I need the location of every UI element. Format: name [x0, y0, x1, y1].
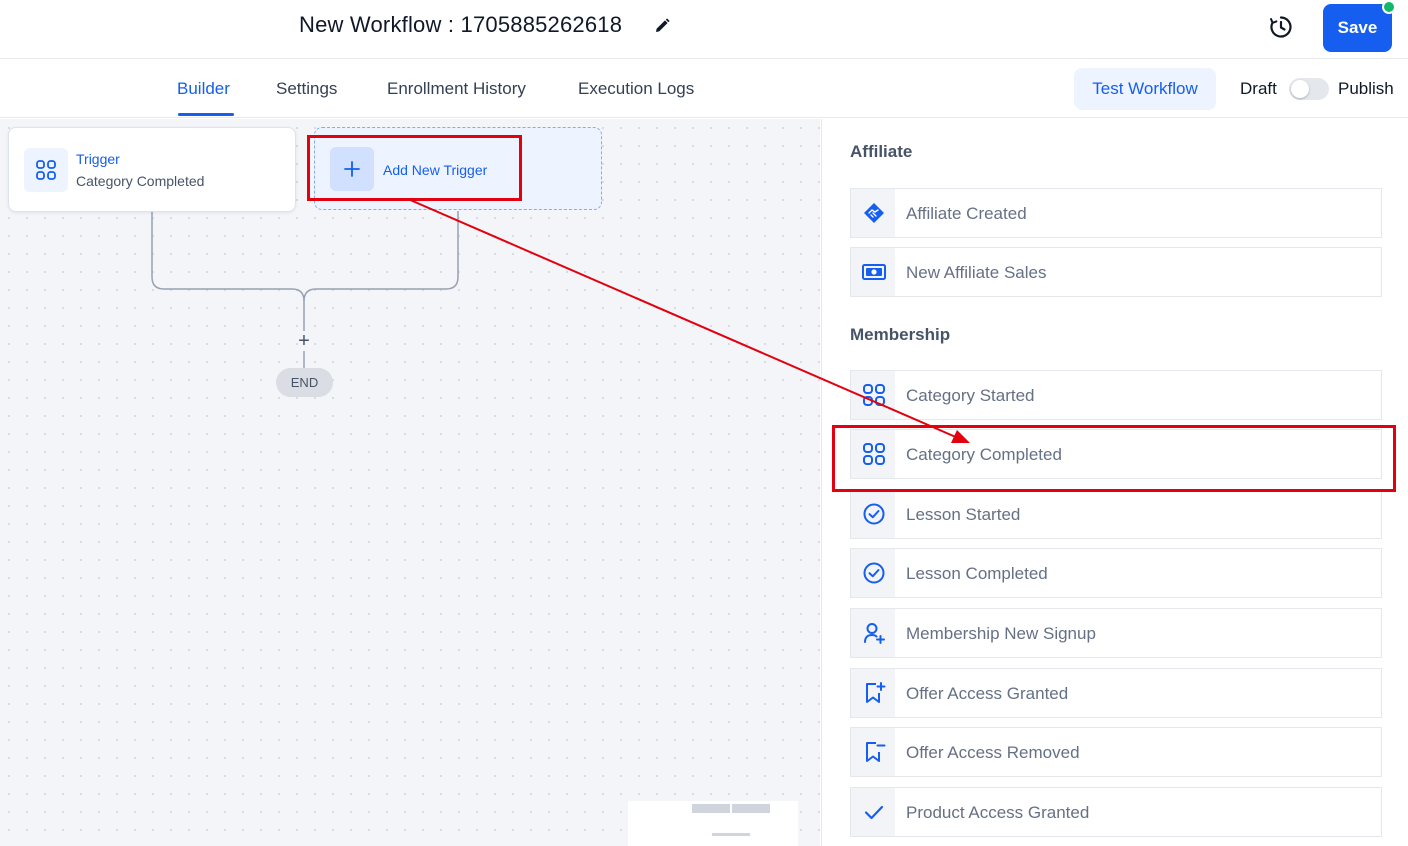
toggle-knob	[1291, 80, 1309, 98]
tab-execution-logs[interactable]: Execution Logs	[578, 79, 694, 99]
trigger-subtitle: Category Completed	[76, 173, 205, 189]
trigger-item-label: Lesson Started	[906, 505, 1021, 524]
trigger-item-category-started[interactable]: Category Started	[850, 370, 1382, 420]
item-icon-cell	[851, 490, 895, 538]
bookmark-minus-icon	[866, 742, 886, 762]
workflow-title: New Workflow : 1705885262618	[299, 12, 623, 37]
tab-settings[interactable]: Settings	[276, 79, 337, 99]
trigger-item-label: Product Access Granted	[906, 803, 1090, 822]
tab-bar: Builder Settings Enrollment History Exec…	[0, 60, 1408, 118]
test-workflow-button[interactable]: Test Workflow	[1074, 68, 1216, 110]
check-circle-icon	[863, 562, 885, 584]
pencil-icon[interactable]	[652, 16, 672, 36]
end-node: END	[276, 368, 333, 397]
minimap-node	[692, 804, 730, 813]
trigger-title: Trigger	[76, 151, 120, 167]
status-dot	[1382, 0, 1396, 14]
workflow-canvas[interactable]: Trigger Category Completed Add New Trigg…	[0, 119, 820, 846]
section-title-affiliate: Affiliate	[850, 142, 913, 161]
item-icon-cell	[851, 669, 895, 717]
add-new-trigger-label: Add New Trigger	[383, 162, 488, 178]
trigger-item-product-access-granted[interactable]: Product Access Granted	[850, 787, 1382, 837]
trigger-item-lesson-started[interactable]: Lesson Started	[850, 489, 1382, 539]
grid-icon	[36, 160, 56, 180]
publish-label: Publish	[1338, 79, 1394, 98]
history-icon[interactable]	[1268, 14, 1294, 40]
active-tab-indicator	[178, 113, 234, 116]
trigger-item-label: Category Started	[906, 386, 1035, 405]
save-button[interactable]: Save	[1323, 4, 1392, 52]
handshake-icon	[864, 203, 884, 223]
item-icon-cell	[851, 248, 895, 296]
money-icon	[862, 264, 886, 280]
trigger-item-label: Offer Access Removed	[906, 743, 1080, 762]
user-plus-icon	[864, 623, 885, 644]
trigger-item-lesson-completed[interactable]: Lesson Completed	[850, 548, 1382, 598]
item-icon-cell	[851, 371, 895, 419]
trigger-item-label: Offer Access Granted	[906, 684, 1069, 703]
item-icon-cell	[851, 189, 895, 237]
trigger-item-label: Lesson Completed	[906, 564, 1048, 583]
tab-builder[interactable]: Builder	[177, 79, 230, 99]
item-icon-cell	[851, 728, 895, 776]
minimap[interactable]	[628, 801, 798, 846]
publish-toggle[interactable]	[1289, 78, 1329, 100]
check-circle-icon	[863, 503, 885, 525]
top-bar: New Workflow : 1705885262618 Save	[0, 0, 1408, 59]
trigger-item-label: Category Completed	[906, 445, 1062, 464]
trigger-item-new-affiliate-sales[interactable]: New Affiliate Sales	[850, 247, 1382, 297]
bookmark-plus-icon	[866, 682, 886, 703]
trigger-item-membership-new-signup[interactable]: Membership New Signup	[850, 608, 1382, 658]
section-title-membership: Membership	[850, 325, 951, 344]
grid-icon	[863, 443, 885, 465]
trigger-item-category-completed[interactable]: Category Completed	[850, 429, 1382, 479]
tab-enrollment-history[interactable]: Enrollment History	[387, 79, 526, 99]
item-icon-cell	[851, 609, 895, 657]
trigger-item-label: Affiliate Created	[906, 204, 1027, 223]
trigger-item-label: New Affiliate Sales	[906, 263, 1047, 282]
add-step-plus-icon[interactable]: +	[294, 331, 314, 351]
add-new-trigger-card[interactable]: Add New Trigger	[314, 127, 602, 210]
draft-label: Draft	[1240, 79, 1277, 98]
minimap-node	[732, 804, 770, 813]
trigger-item-label: Membership New Signup	[906, 624, 1096, 643]
trigger-card[interactable]: Trigger Category Completed	[8, 127, 296, 212]
check-icon	[864, 805, 884, 820]
trigger-list-panel[interactable]: Affiliate Affiliate Created New Affiliat…	[821, 119, 1408, 846]
grid-icon	[863, 384, 885, 406]
add-icon-box	[330, 147, 374, 191]
trigger-item-affiliate-created[interactable]: Affiliate Created	[850, 188, 1382, 238]
plus-icon	[344, 161, 360, 177]
minimap-node	[712, 833, 750, 836]
trigger-item-offer-access-granted[interactable]: Offer Access Granted	[850, 668, 1382, 718]
item-icon-cell	[851, 430, 895, 478]
trigger-item-offer-access-removed[interactable]: Offer Access Removed	[850, 727, 1382, 777]
item-icon-cell	[851, 549, 895, 597]
item-icon-cell	[851, 788, 895, 836]
trigger-icon-box	[24, 148, 68, 192]
